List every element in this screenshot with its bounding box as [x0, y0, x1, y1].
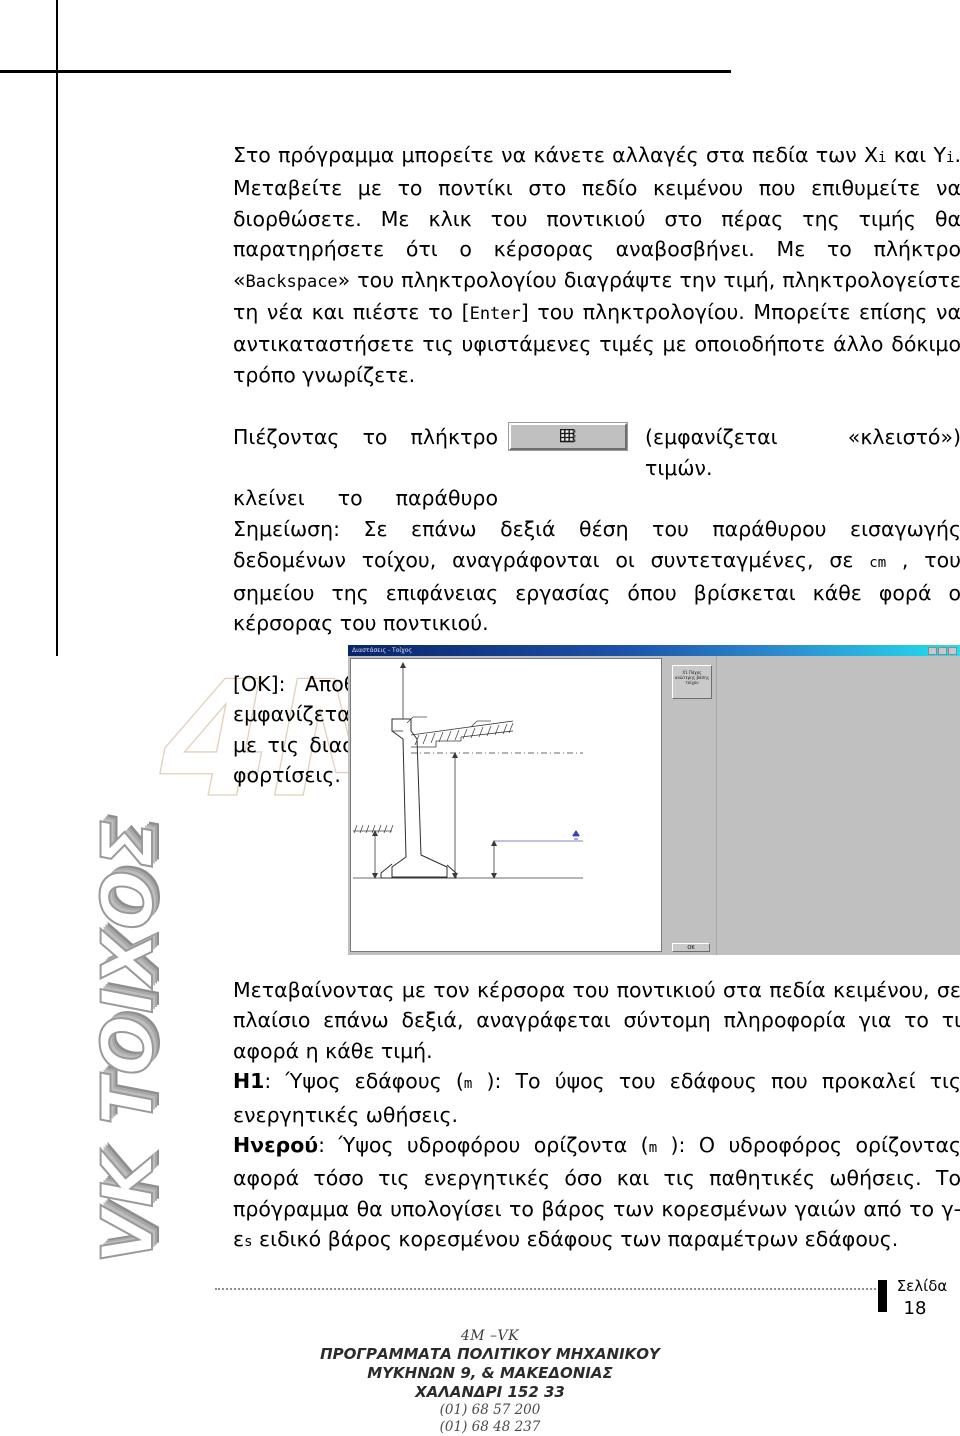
screenshot-panel-divider [716, 656, 717, 955]
footer-phone-2: (01) 68 48 237 [439, 1419, 541, 1435]
footer-line-2: ΜΥΚΗΝΩΝ 9, & ΜΑΚΕΔΟΝΙΑΣ [367, 1364, 613, 1382]
footer-line-3: ΧΑΛΑΝΔΡΙ 152 33 [415, 1383, 565, 1401]
p1-text-b: και Υ [886, 143, 947, 167]
close-button-text-left: Πιέζοντας το πλήκτρο κλείνει το παράθυρο [233, 422, 498, 544]
maximize-icon[interactable] [938, 647, 947, 655]
footer-brand: 4M –VK [460, 1328, 520, 1344]
close-icon[interactable] [948, 647, 957, 655]
paragraph-tooltip-info: Μεταβαίνοντας με τον κέρσορα του ποντικι… [233, 978, 960, 1063]
paragraph-close-button-row: Πιέζοντας το πλήκτρο κλείνει το παράθυρο… [233, 422, 960, 510]
p7-text-c: ειδικό βάρος κορεσμένου εδάφους των παρα… [252, 1227, 899, 1252]
minimize-icon[interactable] [928, 647, 937, 655]
subscript-s: s [244, 1234, 253, 1251]
page-number: 18 [903, 1298, 927, 1319]
screenshot-window-controls[interactable] [928, 647, 957, 655]
screenshot-ok-button[interactable]: OK [672, 943, 710, 952]
footer-dotted-rule [215, 1288, 880, 1290]
label-h1: H1 [233, 1069, 265, 1094]
screenshot-window-title: Διαστάσεις - Τοίχος [352, 647, 413, 654]
p1-text-a: Στο πρόγραμμα μπορείτε να κάνετε αλλαγές… [233, 143, 879, 167]
close-text-line1: Πιέζοντας το πλήκτρο [233, 425, 498, 450]
close-button-text-right: (εμφανίζεται «κλειστό») τιμών. [645, 422, 960, 483]
close-text-closed: «κλειστό») [847, 425, 960, 450]
screenshot-title-bar: Διαστάσεις - Τοίχος [348, 645, 960, 656]
screenshot-info-tooltip: Χ1 Πάχος ανώτερης βάσης τοίχου [672, 665, 712, 699]
page-label: Σελίδα [896, 1277, 948, 1295]
embedded-app-screenshot: Διαστάσεις - Τοίχος Χ1 Πάχος ανώτερης βά… [348, 645, 960, 955]
retaining-wall-drawing [353, 662, 583, 879]
footer-block: 4M –VK ΠΡΟΓΡΑΜΜΑΤΑ ΠΟΛΙΤΙΚΟΥ ΜΗΧΑΝΙΚΟΥ Μ… [180, 1328, 800, 1436]
watermark-vk-toixos: VK ΤΟΙΧΟΣ [86, 817, 170, 1264]
p6-text-a: : Ύψος εδάφους ( [264, 1069, 464, 1094]
close-text-values: τιμών. [645, 455, 713, 480]
header-vertical-rule [56, 0, 58, 656]
key-backspace: Backspace [245, 271, 338, 292]
footer-line-1: ΠΡΟΓΡΑΜΜΑΤΑ ΠΟΛΙΤΙΚΟΥ ΜΗΧΑΝΙΚΟΥ [320, 1345, 660, 1363]
unit-m-hnerou: m [648, 1140, 658, 1157]
unit-cm: cm [869, 554, 887, 571]
key-enter: Enter [469, 304, 521, 325]
screenshot-side-panel: Χ1 Πάχος ανώτερης βάσης τοίχου OK [664, 656, 960, 955]
paragraph-edit-fields: Στο πρόγραμμα μπορείτε να κάνετε αλλαγές… [233, 140, 960, 390]
close-text-line2: κλείνει το παράθυρο [233, 486, 498, 511]
document-body-lower: Μεταβαίνοντας με τον κέρσορα του ποντικι… [233, 975, 960, 1258]
footer-phone-1: (01) 68 57 200 [439, 1402, 541, 1418]
close-window-button[interactable] [509, 423, 627, 451]
screenshot-drawing-canvas[interactable] [350, 658, 662, 952]
label-hnerou: Hνερού [233, 1133, 319, 1158]
p7-text-a: : Ύψος υδροφόρου ορίζοντα ( [318, 1133, 649, 1158]
paragraph-hnerou: Hνερού: Ύψος υδροφόρου ορίζοντα (m ): Ο … [233, 1130, 960, 1258]
header-horizontal-rule [0, 70, 731, 73]
paragraph-h1: H1: Ύψος εδάφους (m ): Το ύψος του εδάφο… [233, 1066, 960, 1130]
footer-black-bar [878, 1280, 887, 1312]
close-text-appears: (εμφανίζεται [645, 425, 778, 450]
screenshot-client-area: Χ1 Πάχος ανώτερης βάσης τοίχου OK [348, 656, 960, 955]
grid-table-icon [560, 429, 576, 443]
